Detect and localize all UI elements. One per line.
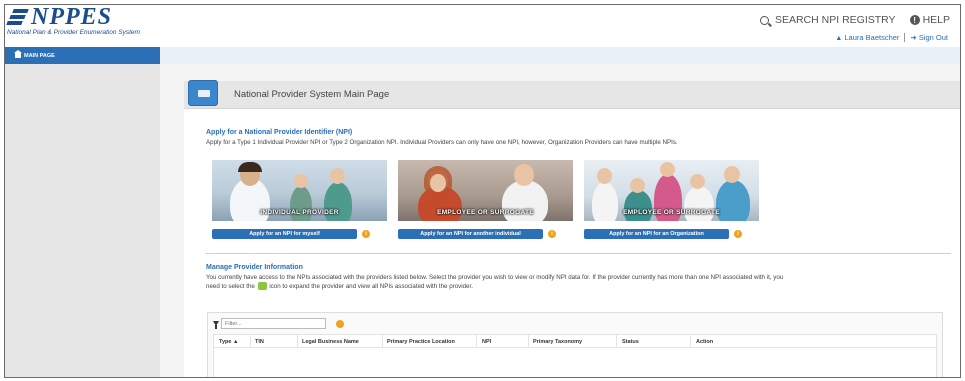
- user-bar-divider: [904, 33, 906, 42]
- content-card: Apply for a National Provider Identifier…: [184, 109, 960, 377]
- sign-out-label: Sign Out: [918, 33, 948, 42]
- sign-out-icon: ➜: [910, 33, 917, 42]
- filter-row: [213, 318, 344, 329]
- column-header-action[interactable]: Action: [696, 339, 713, 345]
- help-label: HELP: [922, 14, 950, 26]
- apply-npi-organization-button[interactable]: Apply for an NPI for an Organization: [584, 229, 729, 239]
- sidebar-item-main-page[interactable]: MAIN PAGE: [5, 47, 160, 64]
- provider-table-panel: Type ▲ TIN Legal Business Name Primary P…: [207, 312, 943, 377]
- info-icon[interactable]: i: [548, 230, 556, 238]
- table-header: Type ▲ TIN Legal Business Name Primary P…: [213, 334, 937, 349]
- apply-heading: Apply for a National Provider Identifier…: [206, 129, 353, 136]
- card-employee-surrogate-individual[interactable]: EMPLOYEE OR SURROGATE: [398, 160, 573, 221]
- top-links: SEARCH NPI REGISTRY ! HELP: [759, 14, 950, 26]
- page-title: National Provider System Main Page: [234, 89, 390, 100]
- column-header-status[interactable]: Status: [622, 339, 639, 345]
- filter-input[interactable]: [221, 318, 326, 329]
- column-header-tin[interactable]: TIN: [255, 339, 264, 345]
- organization-team-photo: EMPLOYEE OR SURROGATE: [584, 160, 759, 221]
- table-body: [213, 348, 937, 377]
- sidebar-item-label: MAIN PAGE: [24, 52, 55, 59]
- card-employee-surrogate-organization[interactable]: EMPLOYEE OR SURROGATE: [584, 160, 759, 221]
- card-label: EMPLOYEE OR SURROGATE: [437, 209, 534, 216]
- logo-tagline: National Plan & Provider Enumeration Sys…: [7, 29, 140, 36]
- info-icon[interactable]: [336, 319, 344, 328]
- top-band: [160, 47, 960, 64]
- info-icon[interactable]: i: [734, 230, 742, 238]
- help-link[interactable]: ! HELP: [909, 14, 950, 26]
- home-icon: [14, 50, 22, 58]
- column-header-primary-taxonomy[interactable]: Primary Taxonomy: [533, 339, 582, 345]
- manage-text-line-1: You currently have access to the NPIs as…: [206, 274, 784, 281]
- apply-npi-myself-button[interactable]: Apply for an NPI for myself: [212, 229, 357, 239]
- user-bar: ▲ Laura Baetscher ➜ Sign Out: [835, 33, 948, 42]
- app-frame: NPPES National Plan & Provider Enumerati…: [4, 4, 961, 378]
- user-link[interactable]: ▲ Laura Baetscher: [835, 33, 899, 42]
- column-header-legal-business-name[interactable]: Legal Business Name: [302, 339, 359, 345]
- expand-icon: [257, 282, 267, 291]
- search-npi-registry-link[interactable]: SEARCH NPI REGISTRY: [759, 14, 896, 26]
- user-icon: ▲: [835, 35, 843, 42]
- apply-npi-another-individual-button[interactable]: Apply for an NPI for another individual: [398, 229, 543, 239]
- user-name: Laura Baetscher: [844, 33, 900, 42]
- info-icon[interactable]: i: [362, 230, 370, 238]
- column-header-npi[interactable]: NPI: [482, 339, 491, 345]
- apply-text: Apply for a Type 1 Individual Provider N…: [206, 139, 678, 146]
- employee-surrogate-photo: EMPLOYEE OR SURROGATE: [398, 160, 573, 221]
- sidebar: MAIN PAGE: [5, 47, 160, 377]
- column-header-type[interactable]: Type ▲: [219, 339, 238, 345]
- manage-text-part-b: icon to expand the provider and view all…: [269, 283, 473, 290]
- logo-bars-icon: [6, 9, 29, 25]
- search-npi-registry-label: SEARCH NPI REGISTRY: [774, 14, 896, 26]
- manage-heading: Manage Provider Information: [206, 264, 303, 271]
- individual-provider-photo: INDIVIDUAL PROVIDER: [212, 160, 387, 221]
- help-icon: !: [909, 15, 920, 25]
- main-content: National Provider System Main Page Apply…: [160, 64, 960, 377]
- search-icon: [759, 15, 769, 25]
- card-label: INDIVIDUAL PROVIDER: [260, 209, 339, 216]
- manage-text-part-a: need to select the: [206, 283, 255, 290]
- card-individual-provider[interactable]: INDIVIDUAL PROVIDER: [212, 160, 387, 221]
- page-title-bar: National Provider System Main Page: [184, 80, 960, 109]
- column-header-primary-practice-location[interactable]: Primary Practice Location: [387, 339, 455, 345]
- home-tile-icon: [188, 80, 218, 106]
- sign-out-link[interactable]: ➜ Sign Out: [910, 33, 948, 42]
- filter-icon: [213, 321, 219, 329]
- header: NPPES National Plan & Provider Enumerati…: [5, 5, 960, 47]
- card-label: EMPLOYEE OR SURROGATE: [623, 209, 720, 216]
- logo-text: NPPES: [31, 4, 113, 30]
- section-divider: [205, 253, 951, 254]
- manage-text-line-2: need to select the icon to expand the pr…: [206, 282, 473, 291]
- nppes-logo[interactable]: NPPES National Plan & Provider Enumerati…: [6, 4, 140, 36]
